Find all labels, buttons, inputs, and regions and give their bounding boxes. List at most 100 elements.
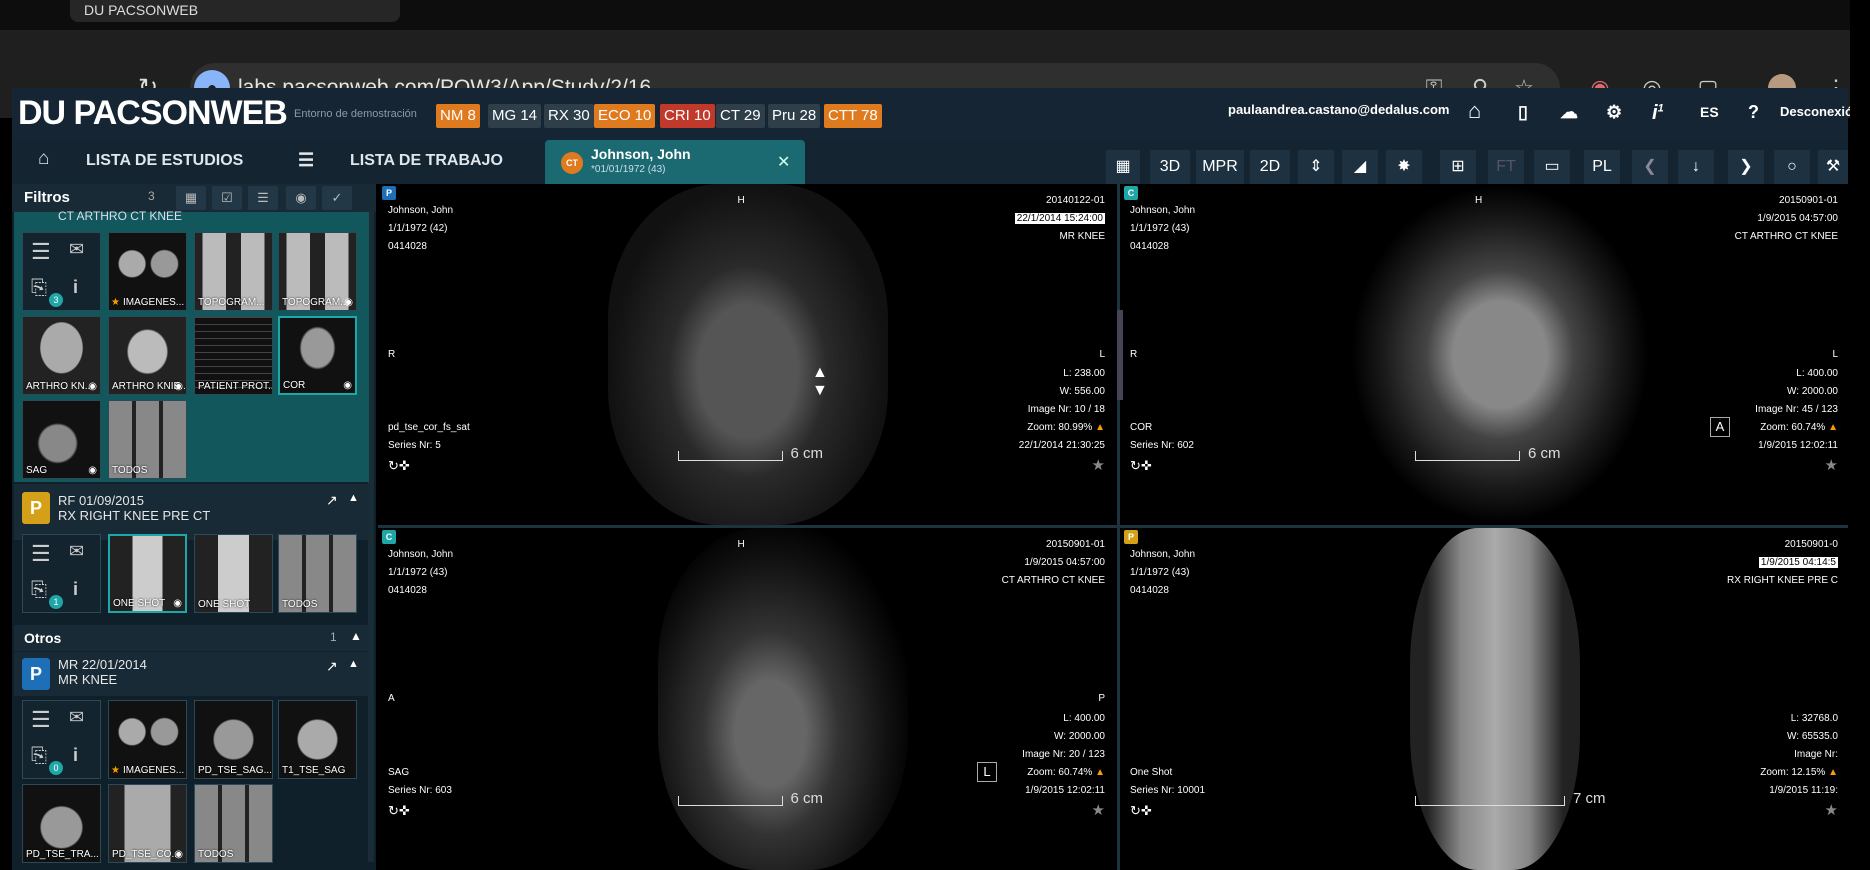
others-header[interactable]: Otros 1 ▲	[14, 625, 369, 651]
info-icon[interactable]: i	[73, 745, 78, 766]
series-thumbnail[interactable]: TODOS	[194, 784, 273, 863]
mobile-icon[interactable]: ▯	[1518, 102, 1528, 123]
study-mr-header[interactable]: P MR 22/01/2014 MR KNEE ↗ ▲	[14, 652, 369, 696]
series-thumbnail[interactable]: ARTHRO KNIE... ◉	[108, 316, 187, 395]
filter-grid-icon[interactable]: ▦	[176, 186, 206, 210]
comment-icon[interactable]: ✉	[69, 707, 84, 728]
viewport-3[interactable]: C Johnson, John 1/1/1972 (43) 0414028 201509…	[378, 528, 1117, 870]
others-collapse-icon[interactable]: ▲	[350, 629, 362, 643]
medical-image[interactable]	[1410, 528, 1580, 870]
series-thumbnail[interactable]: SAG ◉	[22, 400, 101, 479]
previous-icon[interactable]: ❮	[1632, 150, 1668, 184]
series-thumbnail[interactable]: ★ IMAGENES...	[108, 232, 187, 311]
series-thumbnail[interactable]: COR ◉	[278, 316, 357, 395]
favorite-star-icon[interactable]: ★	[1825, 802, 1838, 820]
display-icon[interactable]: ▭	[1534, 150, 1570, 184]
viewport-4[interactable]: P Johnson, John 1/1/1972 (43) 0414028 201509…	[1120, 528, 1850, 870]
series-thumbnail[interactable]: TODOS	[278, 534, 357, 613]
home-icon[interactable]: ⌂	[1468, 98, 1481, 124]
report-list-icon[interactable]: ☰	[31, 707, 51, 733]
documents-icon[interactable]: ⎘	[31, 745, 47, 768]
home-nav-icon[interactable]: ⌂	[38, 148, 49, 170]
rotate-pin-icon[interactable]: ↻✜	[1130, 457, 1152, 475]
report-list-icon[interactable]: ☰	[31, 239, 51, 265]
viewport-scrollbar[interactable]	[1117, 310, 1123, 400]
cloud-upload-icon[interactable]: ☁	[1560, 102, 1578, 123]
sort-icon[interactable]: ↓	[1678, 150, 1714, 184]
window-level-icon[interactable]: ✸	[1386, 150, 1422, 184]
series-thumbnail[interactable]: ★ IMAGENES...	[108, 700, 187, 779]
share-icon[interactable]: ○	[1774, 150, 1810, 184]
3d-button[interactable]: 3D	[1150, 150, 1190, 184]
series-scroll-icon[interactable]: ▲ ▼	[812, 364, 828, 400]
favorite-star-icon[interactable]: ★	[1825, 457, 1838, 475]
pl-button[interactable]: PL	[1584, 150, 1620, 184]
series-thumbnail[interactable]: T1_TSE_SAG	[278, 700, 357, 779]
2d-button[interactable]: 2D	[1250, 150, 1290, 184]
collapse-icon[interactable]: ▲	[348, 658, 359, 670]
info-icon[interactable]: i	[73, 579, 78, 600]
series-thumbnail[interactable]: TOPOGRAM... ◉	[278, 232, 357, 311]
modality-badge[interactable]: CT 29	[716, 104, 765, 128]
measure-ruler-icon[interactable]: ◢	[1342, 150, 1378, 184]
filter-check-icon[interactable]: ☑	[212, 186, 242, 210]
series-thumbnail[interactable]: ARTHRO KN... ◉	[22, 316, 101, 395]
modality-badge[interactable]: MG 14	[488, 104, 542, 128]
series-thumbnail[interactable]: TOPOGRAM...	[194, 232, 273, 311]
info-icon[interactable]: i1	[1652, 102, 1664, 125]
eye-icon[interactable]: ◉	[88, 381, 97, 392]
modality-badge[interactable]: Pru 28	[768, 104, 821, 128]
filter-eye-icon[interactable]: ◉	[286, 186, 316, 210]
open-external-icon[interactable]: ↗	[326, 492, 338, 509]
documents-icon[interactable]: ⎘	[31, 579, 47, 602]
series-thumbnail[interactable]: ONE SHOT	[194, 534, 273, 613]
series-thumbnail[interactable]: ONE SHOT ◉	[108, 534, 187, 613]
layout-grid-icon[interactable]: ▦	[1106, 150, 1140, 184]
comment-icon[interactable]: ✉	[69, 239, 84, 260]
eye-icon[interactable]: ◉	[343, 380, 352, 391]
favorite-star-icon[interactable]: ★	[1092, 457, 1105, 475]
next-icon[interactable]: ❯	[1728, 150, 1764, 184]
medical-image[interactable]	[658, 528, 908, 870]
filter-confirm-icon[interactable]: ✓	[322, 186, 352, 210]
help-icon[interactable]: ?	[1748, 102, 1759, 123]
viewport-2[interactable]: C Johnson, John 1/1/1972 (43) 0414028 201509…	[1120, 184, 1850, 525]
eye-icon[interactable]: ◉	[344, 297, 353, 308]
modality-badge[interactable]: RX 30	[544, 104, 594, 128]
series-thumbnail[interactable]: PD_TSE_TRA...	[22, 784, 101, 863]
browser-tab[interactable]: DU PACSONWEB	[70, 0, 400, 22]
patient-tab[interactable]: CT Johnson, John *01/01/1972 (43) ✕	[545, 140, 805, 184]
modality-badge[interactable]: NM 8	[436, 104, 480, 128]
series-thumbnail[interactable]: PD_TSE_CO... ◉	[108, 784, 187, 863]
eye-icon[interactable]: ◉	[174, 849, 183, 860]
filter-list-icon[interactable]: ☰	[248, 186, 278, 210]
modality-badge[interactable]: CTT 78	[824, 104, 882, 128]
series-thumbnail[interactable]: PD_TSE_SAG...	[194, 700, 273, 779]
comment-icon[interactable]: ✉	[69, 541, 84, 562]
rotate-pin-icon[interactable]: ↻✜	[388, 802, 410, 820]
user-email[interactable]: paulaandrea.castano@dedalus.com	[1228, 102, 1449, 117]
scroll-stack-icon[interactable]: ⇕	[1298, 150, 1334, 184]
study-rx-header[interactable]: P RF 01/09/2015 RX RIGHT KNEE PRE CT ↗ ▲	[14, 484, 369, 540]
modality-badge[interactable]: ECO 10	[594, 104, 656, 128]
eye-icon[interactable]: ◉	[88, 465, 97, 476]
list-icon[interactable]: ☰	[298, 150, 314, 171]
report-list-icon[interactable]: ☰	[31, 541, 51, 567]
mpr-button[interactable]: MPR	[1196, 150, 1244, 184]
documents-icon[interactable]: ⎘	[31, 277, 47, 300]
medical-image[interactable]	[608, 184, 888, 525]
viewport-1[interactable]: P Johnson, John 1/1/1972 (42) 0414028 201401…	[378, 184, 1117, 525]
tools-icon[interactable]: ⚒	[1818, 150, 1848, 184]
info-icon[interactable]: i	[73, 277, 78, 298]
studies-list-tab[interactable]: LISTA DE ESTUDIOS	[86, 152, 243, 170]
favorite-star-icon[interactable]: ★	[1092, 802, 1105, 820]
language-selector[interactable]: ES	[1700, 104, 1719, 120]
modality-badge[interactable]: CRI 10	[660, 104, 715, 128]
rotate-pin-icon[interactable]: ↻✜	[1130, 802, 1152, 820]
series-thumbnail[interactable]: TODOS	[108, 400, 187, 479]
settings-gear-icon[interactable]: ⚙	[1606, 102, 1622, 123]
logout-link[interactable]: Desconexió	[1780, 104, 1853, 119]
rotate-pin-icon[interactable]: ↻✜	[388, 457, 410, 475]
collapse-icon[interactable]: ▲	[348, 492, 359, 504]
series-thumbnail[interactable]: PATIENT PROT...	[194, 316, 273, 395]
